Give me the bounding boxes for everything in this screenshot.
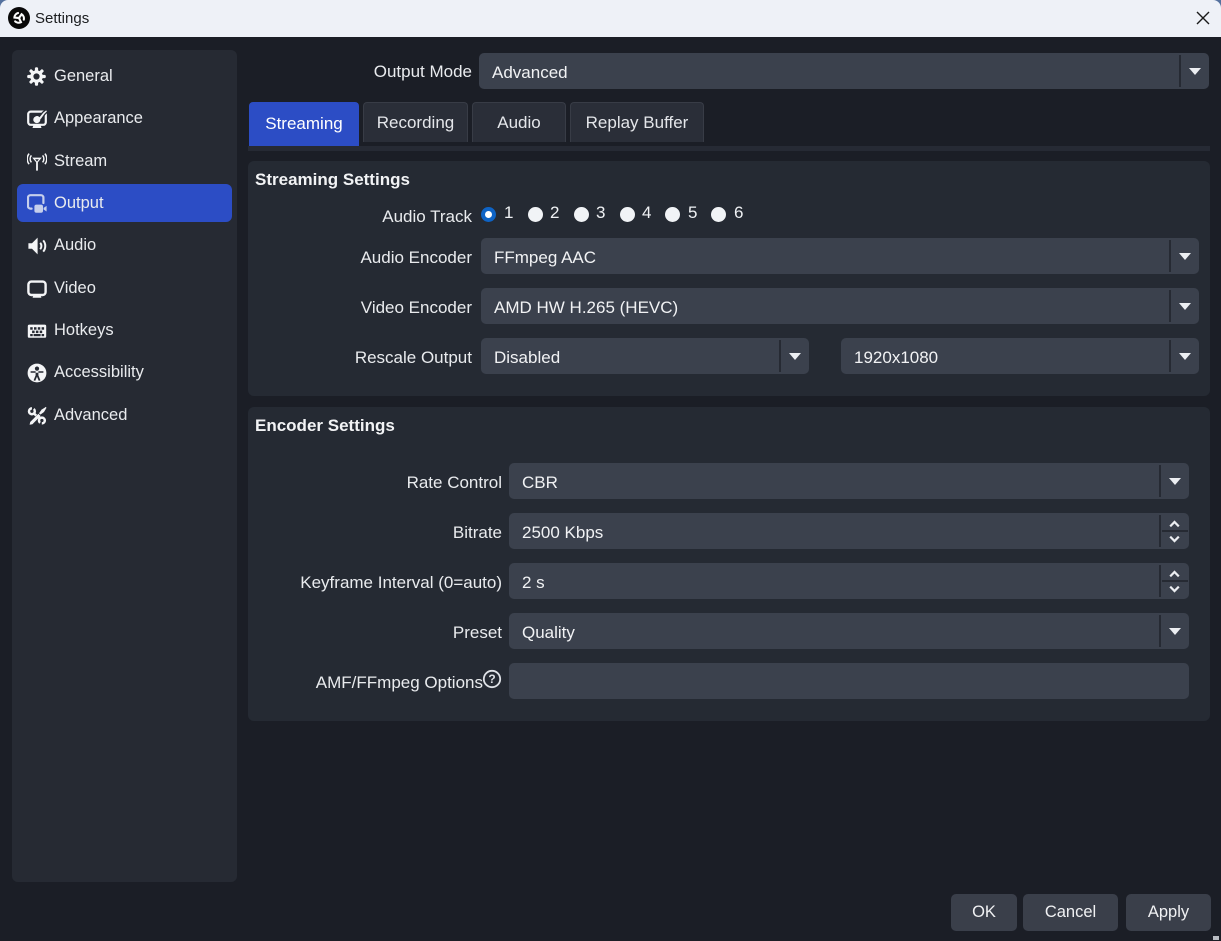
svg-text:?: ? (488, 672, 495, 686)
